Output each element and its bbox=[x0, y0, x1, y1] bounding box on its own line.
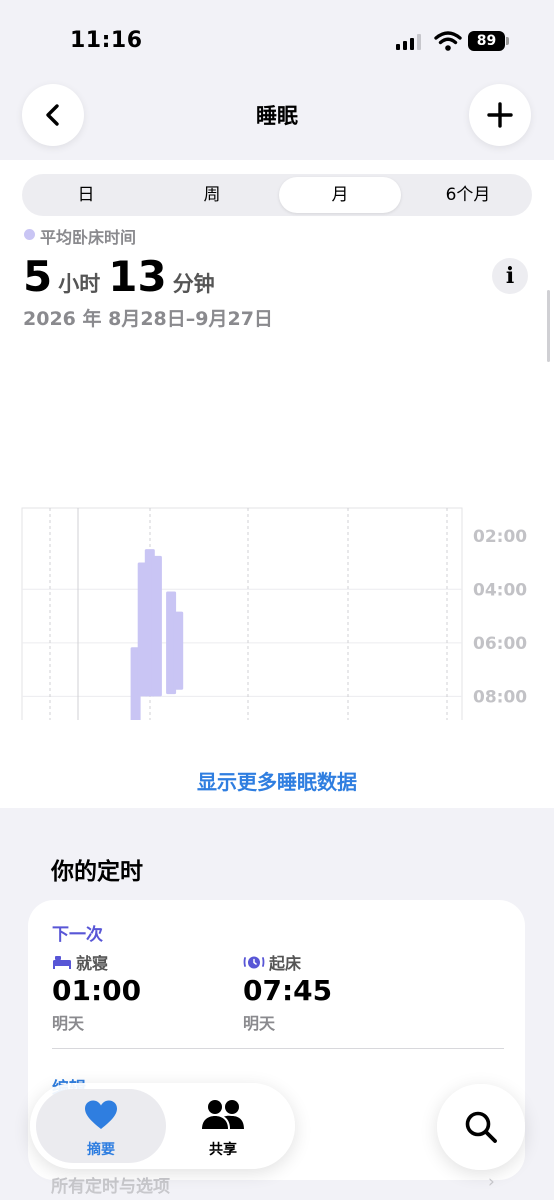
tab-summary-label: 摘要 bbox=[87, 1142, 115, 1158]
legend-label: 平均卧床时间 bbox=[40, 228, 137, 247]
wake-label: 起床 bbox=[243, 950, 301, 974]
sleep-summary-card: 日 周 月 6个月 平均卧床时间 5 小时 13 分钟 2026 年 8月28日… bbox=[0, 160, 554, 808]
chart-bar bbox=[173, 611, 184, 690]
wake-day: 明天 bbox=[243, 1014, 276, 1033]
bedtime-label-text: 就寝 bbox=[76, 954, 109, 973]
battery-tip bbox=[506, 37, 509, 45]
people-icon bbox=[202, 1100, 244, 1129]
alarm-icon bbox=[243, 956, 265, 969]
tab-sharing-label: 共享 bbox=[209, 1142, 237, 1158]
schedule-section-title: 你的定时 bbox=[51, 859, 143, 885]
hours-unit: 小时 bbox=[58, 272, 101, 296]
segment-six-months[interactable]: 6个月 bbox=[407, 177, 529, 213]
battery-icon: 89 bbox=[468, 31, 510, 53]
segment-month[interactable]: 月 bbox=[279, 177, 401, 213]
wake-label-text: 起床 bbox=[269, 954, 302, 973]
time-range-selector: 日 周 月 6个月 bbox=[22, 174, 532, 216]
chart-bar bbox=[151, 555, 162, 697]
minutes-unit: 分钟 bbox=[172, 272, 215, 296]
status-time: 11:16 bbox=[70, 28, 143, 53]
bed-icon bbox=[53, 956, 71, 969]
segment-day[interactable]: 日 bbox=[25, 177, 147, 213]
search-icon bbox=[465, 1111, 497, 1143]
chart-y-tick-label: 04:00 bbox=[473, 580, 527, 600]
chart-y-tick-label: 08:00 bbox=[473, 687, 527, 707]
show-more-sleep-data-link[interactable]: 显示更多睡眠数据 bbox=[0, 766, 554, 795]
info-button[interactable]: i bbox=[492, 258, 528, 294]
chart-y-tick-label: 06:00 bbox=[473, 634, 527, 654]
legend-dot bbox=[24, 229, 35, 240]
wifi-icon bbox=[434, 31, 462, 51]
all-schedules-link[interactable]: 所有定时与选项 bbox=[51, 1172, 170, 1197]
tab-bar: 摘要 共享 bbox=[30, 1083, 295, 1169]
chevron-right-icon: › bbox=[488, 1172, 495, 1192]
cellular-signal-icon bbox=[396, 34, 421, 50]
scroll-indicator[interactable] bbox=[547, 290, 550, 362]
segment-week[interactable]: 周 bbox=[151, 177, 273, 213]
next-label: 下一次 bbox=[52, 925, 103, 945]
bedtime-label: 就寝 bbox=[52, 950, 108, 974]
status-bar: 11:16 89 bbox=[0, 0, 554, 80]
battery-level: 89 bbox=[468, 31, 505, 51]
tab-sharing[interactable]: 共享 bbox=[158, 1089, 288, 1163]
heart-icon bbox=[85, 1100, 117, 1129]
date-range: 2026 年 8月28日–9月27日 bbox=[23, 308, 273, 330]
sleep-chart: 02:0004:0006:0008:0010:0012:0014:0030日6日… bbox=[21, 507, 527, 720]
tab-summary[interactable]: 摘要 bbox=[36, 1089, 166, 1163]
search-button[interactable] bbox=[437, 1084, 525, 1170]
plus-icon bbox=[487, 102, 513, 128]
minutes-value: 13 bbox=[108, 252, 167, 301]
chart-plot-border bbox=[21, 507, 463, 720]
card-divider bbox=[52, 1048, 504, 1049]
bedtime-day: 明天 bbox=[52, 1014, 85, 1033]
hours-value: 5 bbox=[23, 252, 53, 301]
bedtime-time: 01:00 bbox=[52, 974, 142, 1007]
wake-time: 07:45 bbox=[243, 974, 333, 1007]
chart-y-tick-label: 02:00 bbox=[473, 527, 527, 547]
add-button[interactable] bbox=[469, 84, 531, 146]
average-time-in-bed: 5 小时 13 分钟 bbox=[23, 252, 223, 301]
